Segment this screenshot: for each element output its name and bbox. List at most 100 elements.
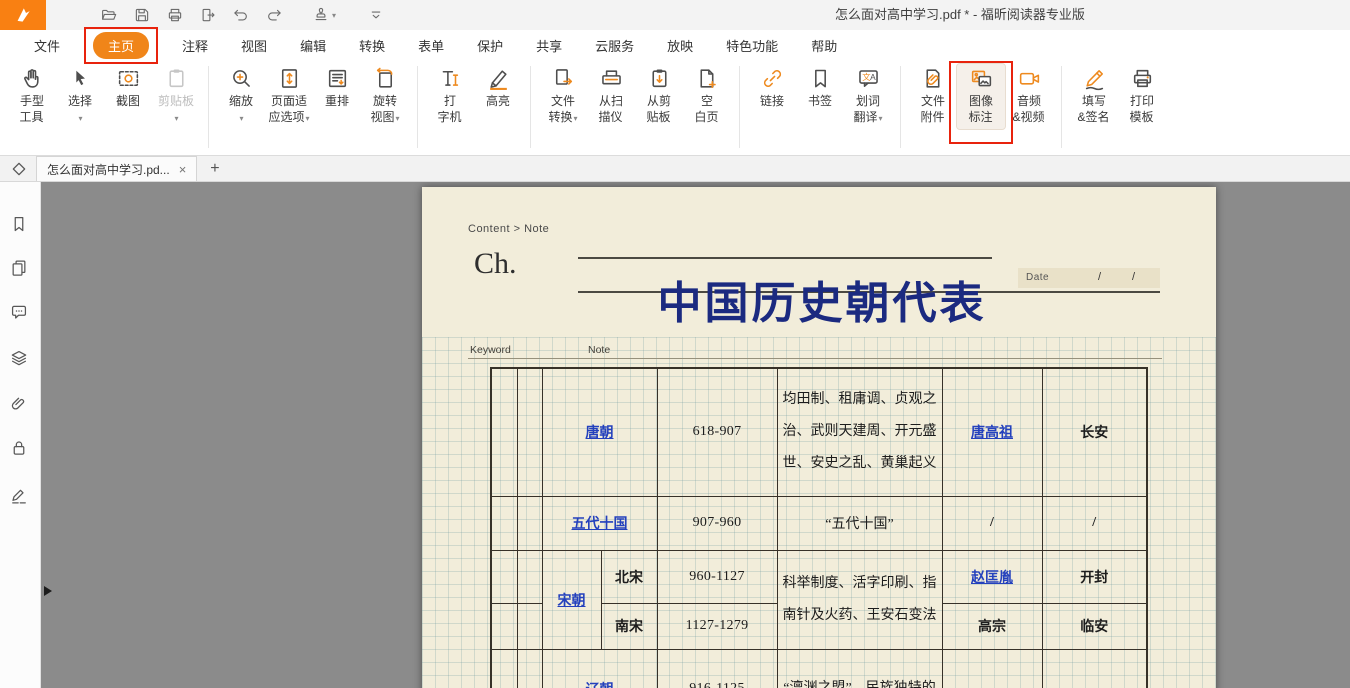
ribbon-button-fill-sign[interactable]: 填写 &签名 — [1070, 64, 1118, 129]
margin-cell — [517, 649, 542, 688]
ribbon-button-blank-page[interactable]: 空 白页 — [683, 64, 731, 129]
sidebar-attachments-button[interactable] — [9, 394, 29, 414]
menu-tab-form[interactable]: 表单 — [418, 36, 444, 55]
menu-tab-cloud[interactable]: 云服务 — [595, 36, 634, 55]
ribbon-button-snapshot[interactable]: 截图 — [104, 64, 152, 129]
date-slash: / — [1132, 271, 1135, 283]
ribbon-button-hand-tool[interactable]: 手型 工具 — [8, 64, 56, 129]
menu-tab-features[interactable]: 特色功能 — [726, 36, 778, 55]
menu-tab-comment[interactable]: 注释 — [182, 36, 208, 55]
image-annotation-icon — [969, 66, 994, 91]
quick-access-toolbar: ▾ — [100, 6, 385, 24]
ribbon-button-word-translate[interactable]: 划词 翻译▾ — [844, 64, 892, 129]
reflow-icon — [325, 66, 350, 91]
margin-cell — [517, 550, 542, 603]
ribbon-button-bookmark[interactable]: 书签 — [796, 64, 844, 129]
stamp-dropdown-arrow[interactable]: ▾ — [332, 11, 336, 20]
dynasty-link[interactable]: 五代十国 — [572, 517, 628, 532]
table-cell-capital: 临安 — [1042, 603, 1147, 649]
edit-tools-button[interactable] — [9, 159, 29, 179]
customize-toolbar-button[interactable] — [367, 6, 385, 24]
ribbon-button-print-template[interactable]: 打印 模板 — [1118, 64, 1166, 129]
margin-cell — [491, 550, 517, 603]
select-cursor-icon — [68, 66, 93, 91]
menu-tab-file[interactable]: 文件 — [34, 36, 60, 55]
ribbon-button-zoom[interactable]: 缩放 ▾ — [217, 64, 265, 129]
sidebar-security-button[interactable] — [9, 438, 29, 458]
export-button[interactable] — [199, 6, 217, 24]
dynasty-link[interactable]: 唐朝 — [586, 426, 614, 441]
fill-sign-icon — [1082, 66, 1107, 91]
new-tab-button[interactable]: + — [210, 161, 219, 177]
ribbon-button-link[interactable]: 链接 — [748, 64, 796, 129]
foxit-logo-icon — [13, 5, 33, 25]
ribbon-separator — [417, 66, 418, 148]
menu-tab-protect[interactable]: 保护 — [477, 36, 503, 55]
menu-tab-share[interactable]: 共享 — [536, 36, 562, 55]
dynasty-link[interactable]: 宋朝 — [558, 594, 586, 609]
stamp-icon — [312, 6, 330, 24]
menu-tab-convert[interactable]: 转换 — [359, 36, 385, 55]
print-icon — [166, 6, 184, 24]
table-cell-person: 唐高祖 — [942, 368, 1042, 496]
ribbon-button-rotate-view[interactable]: 旋转 视图▾ — [361, 64, 409, 129]
typewriter-icon — [438, 66, 463, 91]
person-link[interactable]: 唐高祖 — [971, 426, 1013, 441]
tab-close-button[interactable]: × — [179, 163, 187, 176]
stamp-tool-button[interactable]: ▾ — [312, 6, 336, 24]
layers-panel-icon — [9, 348, 29, 368]
snapshot-icon — [116, 66, 141, 91]
open-folder-button[interactable] — [100, 6, 118, 24]
open-folder-icon — [100, 6, 118, 24]
menu-tab-home[interactable]: 主页 — [93, 32, 149, 59]
ribbon-button-audio-video[interactable]: 音频 &视频 — [1005, 64, 1053, 129]
signature-panel-icon — [9, 486, 29, 506]
rotate-view-icon — [373, 66, 398, 91]
document-tab[interactable]: 怎么面对高中学习.pd... × — [36, 156, 197, 181]
save-button[interactable] — [133, 6, 151, 24]
ribbon-button-highlight[interactable]: 高亮 — [474, 64, 522, 129]
sidebar-bookmarks-button[interactable] — [9, 214, 29, 234]
menu-tab-help[interactable]: 帮助 — [811, 36, 837, 55]
customize-toolbar-icon — [367, 6, 385, 24]
keyword-label: Keyword — [470, 344, 511, 356]
ribbon-button-reflow[interactable]: 重排 — [313, 64, 361, 129]
menu-tab-view[interactable]: 视图 — [241, 36, 267, 55]
sidebar-pages-button[interactable] — [9, 258, 29, 278]
ribbon-button-from-scanner[interactable]: 从扫 描仪 — [587, 64, 635, 129]
ribbon-button-typewriter[interactable]: 打 字机 — [426, 64, 474, 129]
table-row: 辽朝 916-1125 “澶渊之盟”、民族独特的 — [491, 649, 1147, 688]
print-button[interactable] — [166, 6, 184, 24]
table-row: 宋朝 北宋 960-1127 科举制度、活字印刷、指南针及火药、王安石变法 赵匡… — [491, 550, 1147, 603]
ribbon-separator — [900, 66, 901, 148]
ribbon-button-select[interactable]: 选择 ▾ — [56, 64, 104, 129]
ribbon-button-page-fit[interactable]: 页面适 应选项▾ — [265, 64, 313, 129]
ribbon-button-file-attachment[interactable]: 文件 附件 — [909, 64, 957, 129]
sidebar-expand-handle[interactable] — [44, 586, 52, 596]
undo-button[interactable] — [232, 6, 250, 24]
ribbon-separator — [530, 66, 531, 148]
page-title: 中国历史朝代表 — [602, 267, 1042, 331]
sidebar-signature-button[interactable] — [9, 486, 29, 506]
dynasty-link[interactable]: 辽朝 — [586, 683, 614, 688]
pdf-page: Content > Note Ch. Date / / 中国历史朝代表 Keyw… — [422, 187, 1216, 688]
table-cell-capital — [1042, 649, 1147, 688]
redo-button[interactable] — [265, 6, 283, 24]
table-cell-note: “五代十国” — [777, 496, 942, 550]
document-canvas[interactable]: Content > Note Ch. Date / / 中国历史朝代表 Keyw… — [41, 182, 1350, 688]
table-cell-years: 960-1127 — [657, 550, 777, 603]
menubar: 文件 主页 注释 视图 编辑 转换 表单 保护 共享 云服务 放映 特色功能 帮… — [0, 30, 1350, 60]
sidebar-layers-button[interactable] — [9, 348, 29, 368]
ribbon-button-image-annotation[interactable]: 图像 标注 — [957, 64, 1005, 129]
person-link[interactable]: 赵匡胤 — [971, 571, 1013, 586]
table-cell-dynasty: 辽朝 — [542, 649, 657, 688]
ribbon-button-file-convert[interactable]: 文件 转换▾ — [539, 64, 587, 129]
ribbon-button-from-clipboard[interactable]: 从剪 贴板 — [635, 64, 683, 129]
table-cell-note: 科举制度、活字印刷、指南针及火药、王安石变法 — [777, 550, 942, 649]
sidebar-comments-button[interactable] — [9, 302, 29, 322]
menu-tab-present[interactable]: 放映 — [667, 36, 693, 55]
menu-tab-edit[interactable]: 编辑 — [300, 36, 326, 55]
foxit-logo[interactable] — [0, 0, 46, 30]
table-cell-years: 1127-1279 — [657, 603, 777, 649]
bookmark-icon — [808, 66, 833, 91]
